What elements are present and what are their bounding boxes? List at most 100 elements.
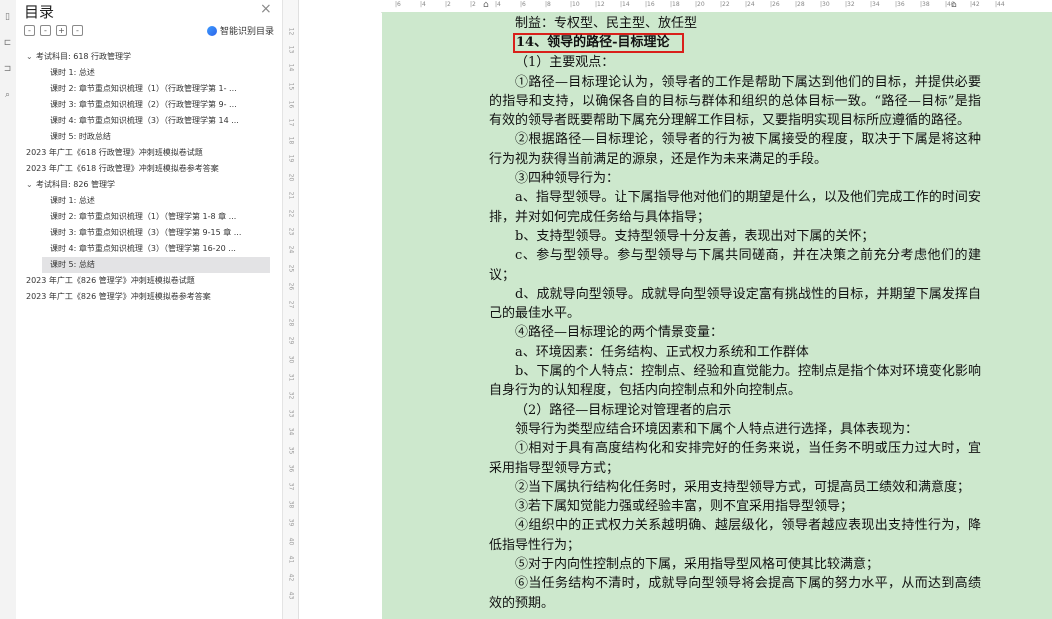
- toc-item[interactable]: 2023 年广工《618 行政管理》冲刺班模拟卷参考答案: [16, 161, 282, 177]
- ruler-tick: 21: [287, 191, 295, 200]
- ruler-tick: |30: [820, 1, 830, 8]
- ruler-tick: |36: [895, 1, 905, 8]
- ruler-tick: |14: [620, 1, 630, 8]
- ruler-tick: |4: [420, 1, 426, 8]
- chevron-down-icon[interactable]: ⌄: [26, 49, 36, 65]
- ruler-tick: 38: [287, 500, 295, 509]
- ruler-tick: |12: [595, 1, 605, 8]
- left-toolbar-strip: ▯ ⊏ ⊐ ⌕: [0, 0, 17, 619]
- toc-item[interactable]: 课时 2: 章节重点知识梳理（1）（行政管理学第 1- ...: [16, 81, 282, 97]
- ruler-tick: 33: [287, 409, 295, 418]
- document-paragraph: ②根据路径—目标理论，领导者的行为被下属接受的程度，取决于下属是将这种行为视为获…: [489, 132, 981, 167]
- ruler-tick: 42: [287, 573, 295, 582]
- ruler-tick: |28: [795, 1, 805, 8]
- ruler-tick: 30: [287, 355, 295, 363]
- chevron-down-icon[interactable]: ⌄: [26, 177, 36, 193]
- add-entry-button[interactable]: +: [56, 25, 67, 36]
- toc-item[interactable]: 课时 1: 总述: [16, 65, 282, 81]
- ruler-tick: |42: [970, 1, 980, 8]
- toc-item[interactable]: 课时 3: 章节重点知识梳理（2）（行政管理学第 9- ...: [16, 97, 282, 113]
- toc-item[interactable]: ⌄ 考试科目: 618 行政管理学: [16, 49, 282, 65]
- ruler-tick: |6: [395, 1, 401, 8]
- ruler-tick: 25: [287, 264, 295, 272]
- ruler-tick: 43: [287, 591, 295, 600]
- document-paragraph: d、成就导向型领导。成就导向型领导设定富有挑战性的目标，并期望下属发挥自己的最佳…: [489, 286, 981, 322]
- ruler-tick: 24: [287, 246, 295, 254]
- ruler-tick: 32: [287, 391, 295, 400]
- toc-item[interactable]: 课时 3: 章节重点知识梳理（3）（管理学第 9-15 章 ...: [16, 225, 282, 241]
- toc-item[interactable]: 课时 5: 总结: [42, 257, 270, 273]
- toc-item[interactable]: 2023 年广工《618 行政管理》冲刺班模拟卷试题: [16, 145, 282, 161]
- toc-item[interactable]: 2023 年广工《826 管理学》冲刺班模拟卷参考答案: [16, 289, 282, 305]
- toc-item[interactable]: ⌄ 考试科目: 826 管理学: [16, 177, 282, 193]
- ruler-tick: 19: [287, 155, 295, 163]
- search-icon[interactable]: ⌕: [3, 90, 12, 100]
- document-paragraph: 制益：专权型、民主型、放任型: [515, 16, 698, 31]
- toc-item-label: 课时 5: 时政总结: [50, 132, 111, 141]
- toc-item-label: 考试科目: 826 管理学: [36, 180, 116, 189]
- toc-item[interactable]: 课时 1: 总述: [16, 193, 282, 209]
- toc-item[interactable]: 2023 年广工《826 管理学》冲刺班模拟卷试题: [16, 273, 282, 289]
- ruler-tick: 31: [287, 373, 295, 382]
- ruler-indent-marker[interactable]: ⌂: [483, 0, 489, 10]
- ruler-tick: 40: [287, 537, 295, 545]
- ruler-tick: 17: [287, 118, 295, 127]
- toc-item-label: 课时 1: 总述: [50, 68, 95, 77]
- vertical-ruler: 12 13 14 15 16 17 18 19 20 21 22 23 24 25 26 27 28 29 30 31…: [283, 0, 299, 619]
- ruler-tick: 15: [287, 82, 295, 90]
- ruler-tick: 26: [287, 282, 295, 291]
- document-paragraph: （1）主要观点：: [515, 55, 615, 71]
- ruler-tick: 13: [287, 45, 295, 54]
- toc-item-label: 2023 年广工《618 行政管理》冲刺班模拟卷参考答案: [26, 164, 219, 173]
- toc-item[interactable]: 课时 4: 章节重点知识梳理（3）（管理学第 16-20 ...: [16, 241, 282, 257]
- toc-item[interactable]: 课时 5: 时政总结: [16, 129, 282, 145]
- document-page[interactable]: 制益：专权型、民主型、放任型 14、领导的路径-目标理论 （1）主要观点： ①路径—目…: [382, 12, 1052, 619]
- ruler-tick: |2: [445, 1, 451, 8]
- toc-item-label: 2023 年广工《618 行政管理》冲刺班模拟卷试题: [26, 148, 203, 157]
- document-paragraph: b、支持型领导。支持型领导十分友善，表现出对下属的关怀；: [515, 228, 875, 244]
- ruler-tick: 22: [287, 209, 295, 218]
- ruler-tick: |2: [470, 1, 476, 8]
- panel-icon[interactable]: ▯: [3, 12, 12, 22]
- document-paragraph: 领导行为类型应结合环境因素和下属个人特点进行选择，具体表现为：: [515, 421, 919, 437]
- ruler-tick: 20: [287, 173, 295, 181]
- document-paragraph: ⑥当任务结构不清时，成就导向型领导将会提高下属的努力水平，从而达到高绩效的预期。: [489, 576, 981, 611]
- ruler-tick: 41: [287, 555, 295, 564]
- ruler-tick: |6: [520, 1, 526, 8]
- ruler-tick: |18: [670, 1, 680, 8]
- collapse-all-button[interactable]: -: [24, 25, 35, 36]
- document-paragraph: a、环境因素：任务结构、正式权力系统和工作群体: [515, 344, 809, 360]
- toc-item-label: 2023 年广工《826 管理学》冲刺班模拟卷试题: [26, 276, 195, 285]
- ruler-tick: 37: [287, 482, 295, 491]
- remove-entry-button[interactable]: -: [72, 25, 83, 36]
- ruler-tick: |10: [570, 1, 580, 8]
- toc-title: 目录: [24, 3, 55, 21]
- ruler-tick: |40: [945, 1, 955, 8]
- ruler-tick: 23: [287, 227, 295, 236]
- ruler-tick: |44: [995, 1, 1005, 8]
- document-paragraph: b、下属的个人特点：控制点、经验和直觉能力。控制点是指个体对环境变化影响自身行为…: [489, 364, 981, 399]
- bookmark-icon[interactable]: ⊏: [3, 38, 12, 48]
- smart-toc-button[interactable]: 智能识别目录: [206, 24, 274, 37]
- document-paragraph: ⑤对于内向性控制点的下属，采用指导型风格可使其比较满意；: [515, 557, 880, 573]
- ruler-tick: |32: [845, 1, 855, 8]
- ruler-tick: 34: [287, 428, 295, 436]
- thumbnail-icon[interactable]: ⊐: [3, 64, 12, 74]
- highlighted-heading-text: 14、领导的路径-目标理论: [513, 33, 684, 54]
- collapse-level-button[interactable]: -: [40, 25, 51, 36]
- document-paragraph: ③若下属知觉能力强或经验丰富，则不宜采用指导型领导；: [515, 499, 854, 515]
- toc-item-label: 课时 4: 章节重点知识梳理（3）（行政管理学第 14 ...: [50, 116, 239, 125]
- document-paragraph: ①相对于具有高度结构化和安排完好的任务来说，当任务不明或压力过大时，宜采用指导型…: [489, 441, 981, 476]
- toc-item-label: 课时 4: 章节重点知识梳理（3）（管理学第 16-20 ...: [50, 244, 236, 253]
- ruler-tick: 18: [287, 136, 295, 145]
- toc-item[interactable]: 课时 4: 章节重点知识梳理（3）（行政管理学第 14 ...: [16, 113, 282, 129]
- toc-item[interactable]: 课时 2: 章节重点知识梳理（1）（管理学第 1-8 章 ...: [16, 209, 282, 225]
- toc-item-label: 课时 3: 章节重点知识梳理（2）（行政管理学第 9- ...: [50, 100, 237, 109]
- toc-item-label: 课时 1: 总述: [50, 196, 95, 205]
- ruler-tick: 39: [287, 519, 295, 527]
- smart-toc-label: 智能识别目录: [219, 27, 274, 37]
- ruler-tick: 28: [287, 318, 295, 327]
- close-icon[interactable]: ×: [260, 1, 272, 17]
- document-paragraph: c、参与型领导。参与型领导与下属共同磋商，并在决策之前充分考虑他们的建议；: [489, 248, 981, 283]
- ruler-tick: |16: [645, 1, 655, 8]
